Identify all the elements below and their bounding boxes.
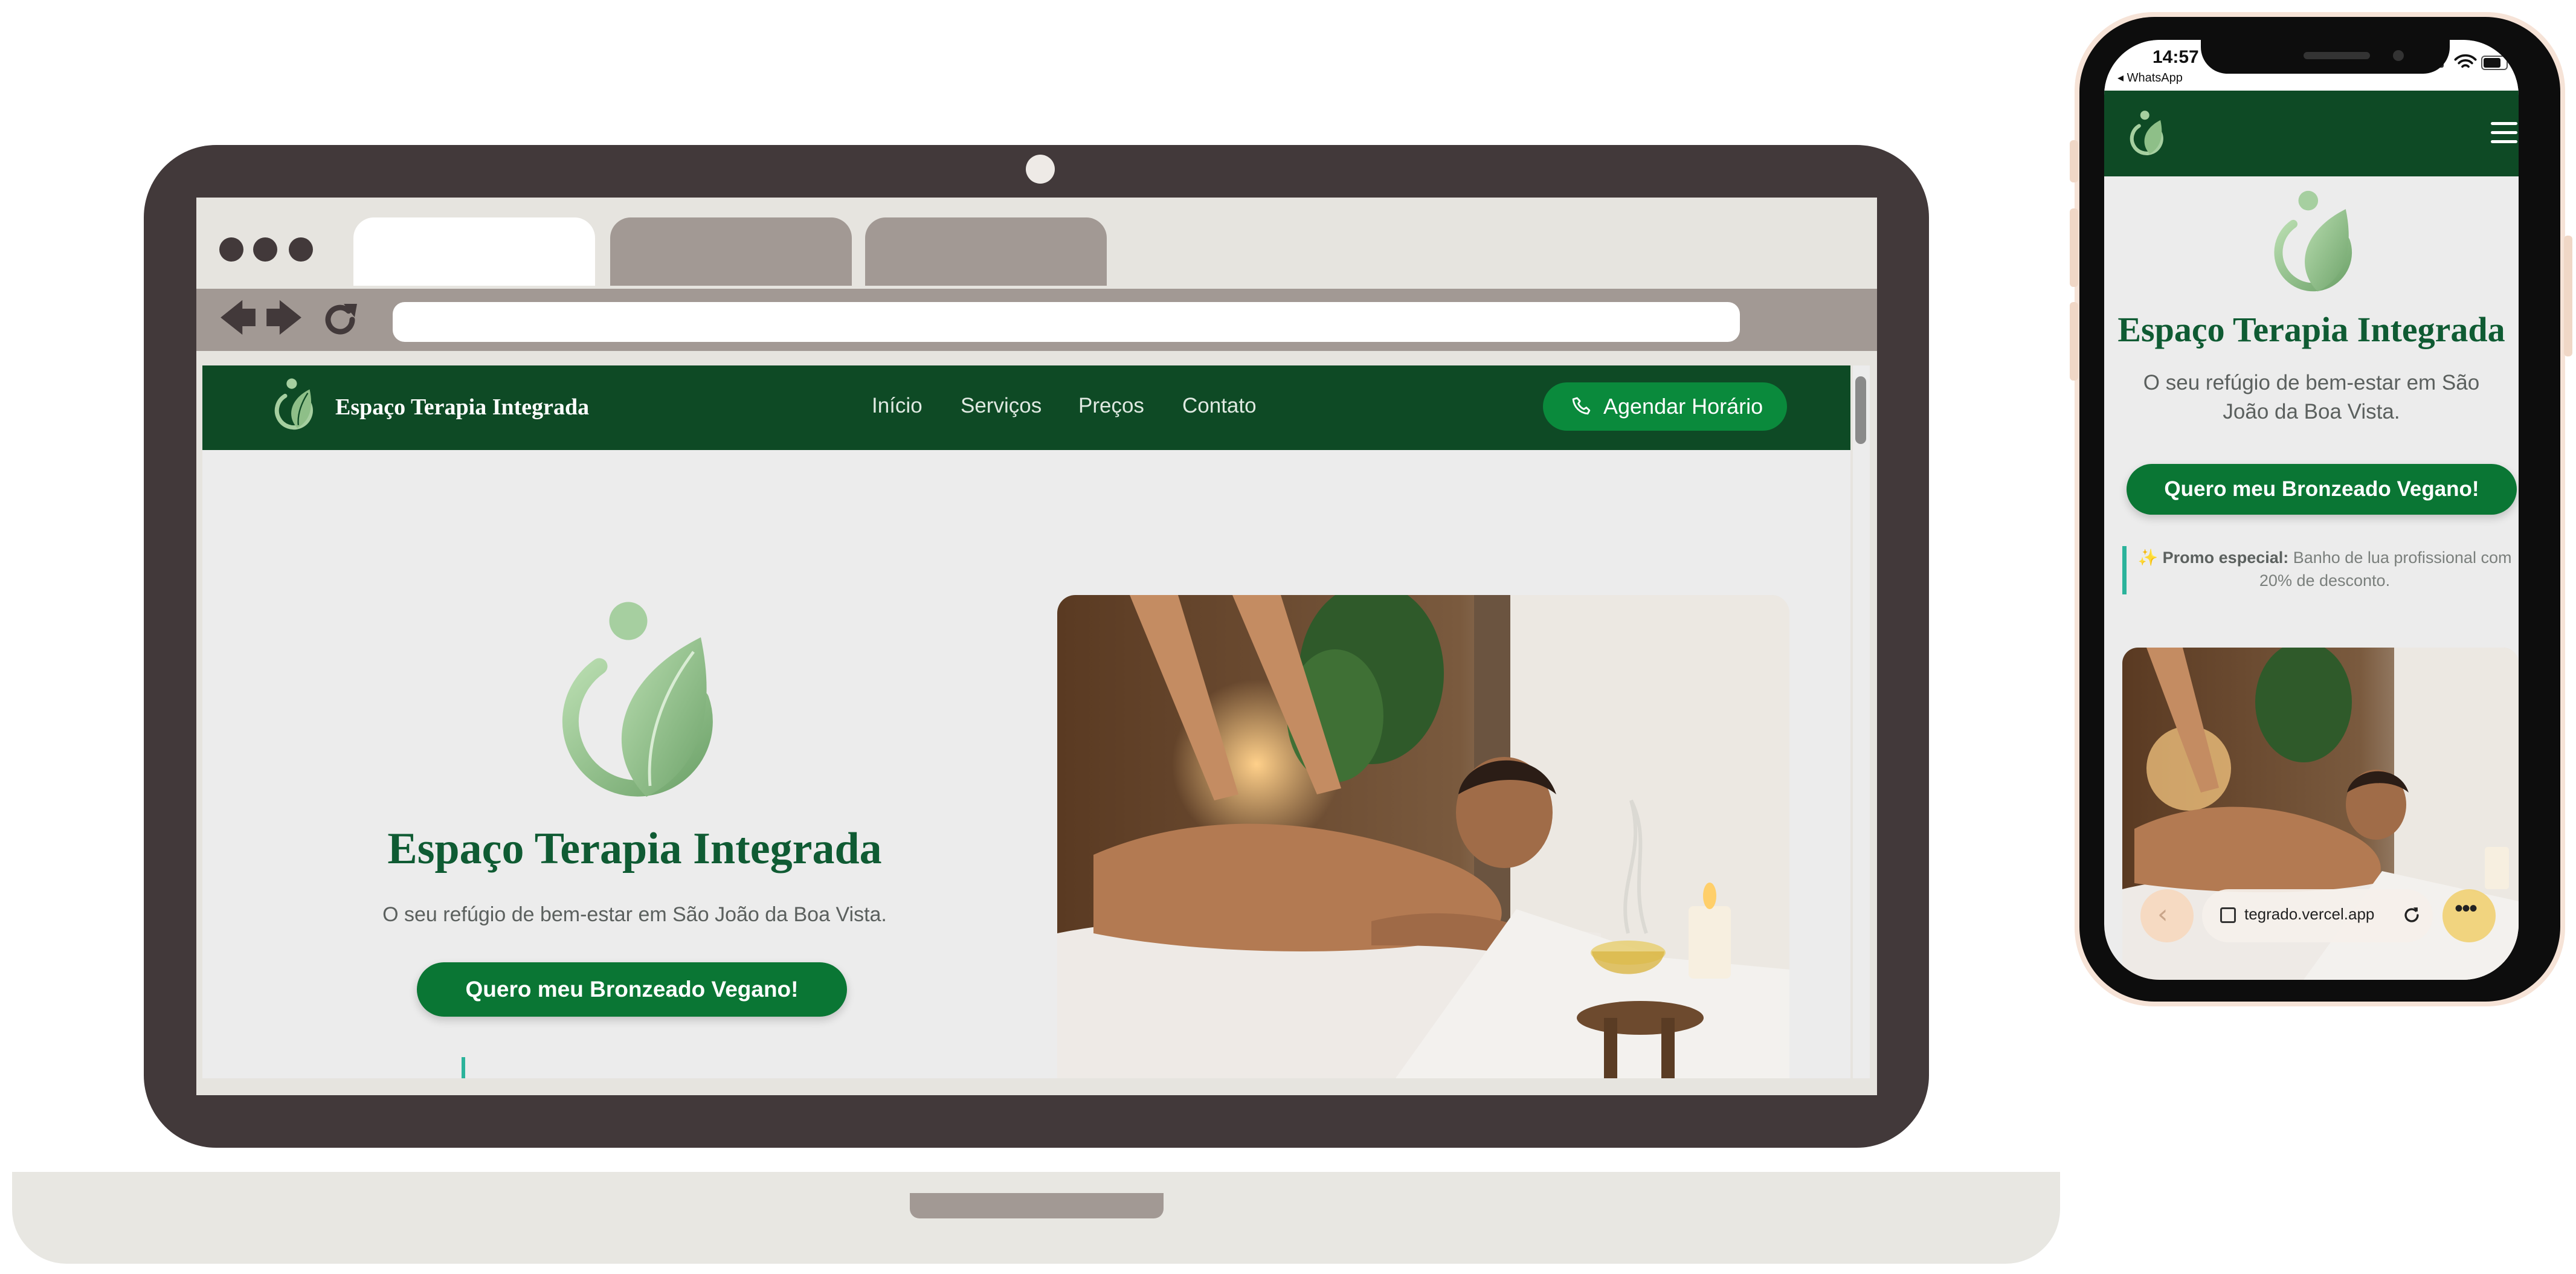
phone-side-button [2070, 140, 2078, 182]
hero-title: Espaço Terapia Integrada [387, 824, 882, 873]
whatsapp-back-link[interactable]: ◂ WhatsApp [2117, 70, 2183, 85]
site-navbar: Espaço Terapia Integrada Início Serviços… [202, 365, 1850, 450]
address-text: tegrado.vercel.app [2244, 905, 2375, 923]
phone-icon [1572, 397, 1591, 415]
hero-subtitle: O seu refúgio de bem-estar em São João d… [2143, 371, 2480, 423]
sparkles-icon: ✨ [2137, 549, 2159, 567]
nav-link-contato[interactable]: Contato [1182, 394, 1257, 418]
window-dot[interactable] [253, 237, 277, 262]
schedule-button[interactable]: Agendar Horário [1543, 382, 1787, 431]
wifi-icon [2454, 54, 2477, 68]
scrollbar[interactable] [1853, 365, 1870, 1078]
laptop-camera [1026, 155, 1055, 184]
hamburger-menu-icon[interactable] [2491, 122, 2517, 144]
phone-notch [2201, 40, 2450, 74]
promo-label: Promo especial: [2162, 549, 2289, 567]
phone-side-button [2564, 236, 2572, 356]
window-dot[interactable] [289, 237, 313, 262]
site-navbar [2104, 91, 2519, 176]
safari-address-bar[interactable]: tegrado.vercel.app [2202, 889, 2433, 942]
nav-link-inicio[interactable]: Início [872, 394, 923, 418]
leaf-logo-icon [2274, 190, 2352, 292]
more-button[interactable]: ••• [2442, 889, 2496, 942]
more-dots-icon: ••• [2455, 895, 2478, 922]
massage-photo-illustration [1057, 595, 1789, 1078]
nav-brand[interactable]: Espaço Terapia Integrada [335, 394, 589, 420]
browser-toolbar: 🡄 🡆 [196, 289, 1877, 351]
status-time: 14:57 [2153, 47, 2199, 67]
reload-icon[interactable] [320, 299, 361, 340]
laptop-screen: 🡄 🡆 Espaço Terapia Integrada Início Serv… [196, 198, 1877, 1095]
hero-cta-button[interactable]: Quero meu Bronzeado Vegano! [2127, 464, 2517, 515]
laptop-hinge-notch [910, 1193, 1164, 1218]
promo-text: Banho de lua profissional com 20% de des… [2259, 549, 2512, 590]
phone-side-button [2070, 302, 2078, 381]
massage-photo [1057, 595, 1789, 1078]
nav-link-servicos[interactable]: Serviços [961, 394, 1042, 418]
page-menu-icon[interactable] [2220, 907, 2236, 923]
phone-side-button [2070, 208, 2078, 287]
browser-tab[interactable] [865, 217, 1107, 286]
phone-screen: 14:57 ◂ WhatsApp Espaço Terapia Integrad… [2104, 40, 2519, 980]
leaf-logo-icon[interactable] [2126, 109, 2167, 159]
promo-banner: ✨ Promo especial: Banho de lua profissio… [2122, 546, 2519, 594]
hero-subtitle: O seu refúgio de bem-estar em São João d… [382, 903, 887, 926]
hero-cta-button[interactable]: Quero meu Bronzeado Vegano! [417, 962, 847, 1017]
promo-accent-bar [462, 1057, 465, 1078]
forward-arrow-icon[interactable]: 🡆 [263, 297, 305, 339]
browser-tab-active[interactable] [353, 217, 595, 286]
nav-link-precos[interactable]: Preços [1078, 394, 1144, 418]
back-arrow-icon[interactable]: 🡄 [217, 297, 259, 339]
leaf-logo-icon[interactable] [270, 376, 317, 434]
window-dot[interactable] [219, 237, 243, 262]
reload-icon[interactable] [2401, 905, 2422, 925]
back-button[interactable]: ‹ [2140, 889, 2194, 942]
chevron-left-icon: ‹ [2157, 899, 2168, 930]
schedule-button-label: Agendar Horário [1603, 394, 1763, 419]
page-viewport: Espaço Terapia Integrada Início Serviços… [202, 365, 1850, 1078]
browser-tab[interactable] [610, 217, 852, 286]
leaf-logo-icon [562, 602, 713, 797]
battery-icon [2481, 56, 2508, 70]
hero-title: Espaço Terapia Integrada [2117, 310, 2505, 349]
address-bar[interactable] [393, 302, 1740, 342]
scrollbar-thumb[interactable] [1855, 376, 1866, 444]
